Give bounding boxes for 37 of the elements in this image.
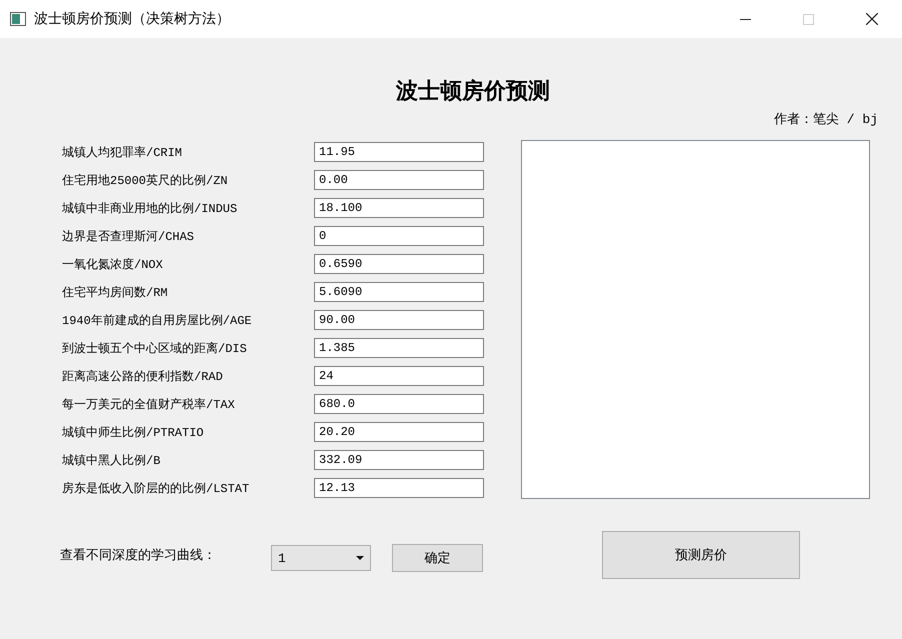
field-label: 1940年前建成的自用房屋比例/AGE bbox=[62, 312, 253, 328]
predict-button[interactable]: 预测房价 bbox=[602, 531, 800, 579]
input-field[interactable]: 90.00 bbox=[314, 310, 484, 330]
field-label: 一氧化氮浓度/NOX bbox=[62, 256, 164, 272]
field-label: 到波士顿五个中心区域的距离/DIS bbox=[62, 340, 248, 356]
field-label: 房东是低收入阶层的的比例/LSTAT bbox=[62, 480, 250, 496]
minimize-icon[interactable] bbox=[740, 18, 751, 20]
input-field[interactable]: 12.13 bbox=[314, 478, 484, 498]
field-label: 距离高速公路的便利指数/RAD bbox=[62, 368, 224, 384]
field-label: 住宅用地25000英尺的比例/ZN bbox=[62, 172, 229, 188]
input-field[interactable]: 5.6090 bbox=[314, 282, 484, 302]
page-heading: 波士顿房价预测 bbox=[394, 77, 551, 106]
app-icon bbox=[10, 12, 26, 26]
field-label: 城镇中黑人比例/B bbox=[62, 452, 162, 468]
confirm-button[interactable]: 确定 bbox=[392, 544, 483, 572]
input-field[interactable]: 0.00 bbox=[314, 170, 484, 190]
field-label: 每一万美元的全值财产税率/TAX bbox=[62, 396, 236, 412]
window-title: 波士顿房价预测（决策树方法） bbox=[34, 10, 230, 28]
input-field[interactable]: 680.0 bbox=[314, 394, 484, 414]
field-label: 住宅平均房间数/RM bbox=[62, 284, 169, 300]
author-label: 作者：笔尖 / bj bbox=[774, 111, 878, 128]
input-field[interactable]: 332.09 bbox=[314, 450, 484, 470]
field-label: 城镇中非商业用地的比例/INDUS bbox=[62, 200, 238, 216]
input-field[interactable]: 0 bbox=[314, 226, 484, 246]
input-field[interactable]: 24 bbox=[314, 366, 484, 386]
field-label: 城镇人均犯罪率/CRIM bbox=[62, 144, 184, 160]
close-icon[interactable] bbox=[866, 13, 878, 25]
caret-icon bbox=[356, 556, 364, 560]
depth-dropdown[interactable]: 1 bbox=[271, 545, 371, 571]
input-field[interactable]: 11.95 bbox=[314, 142, 484, 162]
input-field[interactable]: 0.6590 bbox=[314, 254, 484, 274]
input-field[interactable]: 18.100 bbox=[314, 198, 484, 218]
field-label: 边界是否查理斯河/CHAS bbox=[62, 228, 196, 244]
curve-label: 查看不同深度的学习曲线： bbox=[60, 547, 217, 564]
input-field[interactable]: 20.20 bbox=[314, 422, 484, 442]
input-field[interactable]: 1.385 bbox=[314, 338, 484, 358]
field-label: 城镇中师生比例/PTRATIO bbox=[62, 424, 205, 440]
